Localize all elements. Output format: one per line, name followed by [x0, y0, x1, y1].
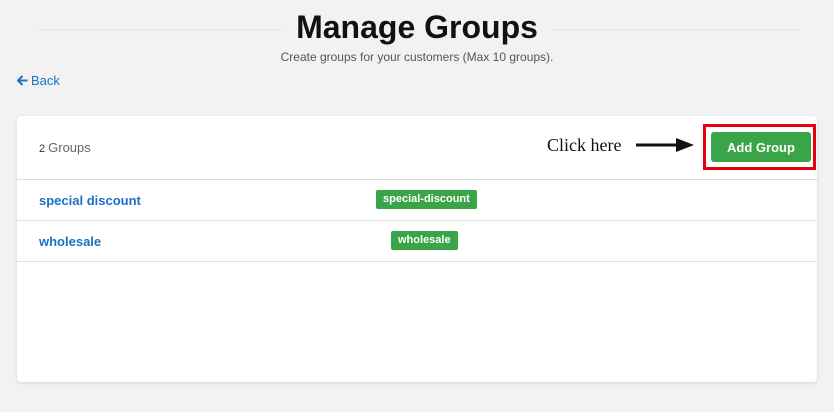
- groups-panel: 2 Groups Click here Add Group special dis…: [17, 116, 817, 382]
- group-name-link[interactable]: special discount: [39, 193, 141, 208]
- group-tag-badge: special-discount: [376, 190, 477, 209]
- back-label: Back: [31, 73, 60, 88]
- group-row: special discount special-discount: [17, 180, 817, 221]
- back-link[interactable]: Back: [17, 73, 60, 88]
- group-count-number: 2: [39, 143, 46, 155]
- arrow-right-icon: [636, 138, 694, 152]
- arrow-left-icon: [17, 75, 28, 86]
- group-count-label: Groups: [48, 140, 91, 155]
- page-subtitle: Create groups for your customers (Max 10…: [280, 50, 554, 64]
- group-name-link[interactable]: wholesale: [39, 234, 101, 249]
- page-title: Manage Groups: [282, 7, 552, 47]
- group-count: 2 Groups: [39, 140, 91, 155]
- add-group-button[interactable]: Add Group: [711, 132, 811, 162]
- groups-panel-header: 2 Groups Click here Add Group: [17, 116, 817, 180]
- annotation-text: Click here: [547, 135, 622, 155]
- group-row: wholesale wholesale: [17, 221, 817, 262]
- group-tag-badge: wholesale: [391, 231, 458, 250]
